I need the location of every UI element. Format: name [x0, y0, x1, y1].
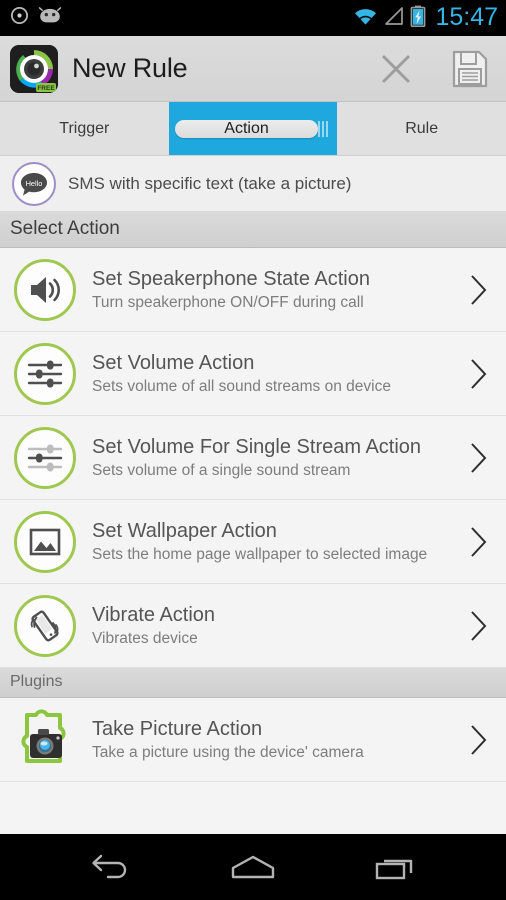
cell-signal-icon	[383, 6, 405, 31]
list-item-subtitle: Take a picture using the device' camera	[92, 744, 364, 762]
list-item-take-picture-action[interactable]: Take Picture Action Take a picture using…	[0, 698, 506, 782]
save-button[interactable]	[448, 47, 492, 91]
status-clock: 15:47	[435, 2, 498, 31]
chevron-right-icon[interactable]	[462, 525, 496, 559]
speaker-icon	[14, 258, 76, 321]
tab-trigger-label: Trigger	[59, 119, 110, 137]
section-header-select-action: Select Action	[0, 212, 506, 248]
action-list: Select Action Set Speakerphone State Act…	[0, 212, 506, 834]
chevron-right-icon[interactable]	[462, 609, 496, 643]
page-title: New Rule	[72, 53, 188, 83]
list-item-subtitle: Turn speakerphone ON/OFF during call	[92, 294, 364, 312]
list-item-subtitle: Sets volume of all sound streams on devi…	[92, 378, 391, 396]
recents-icon	[375, 859, 413, 880]
list-item-set-volume-action[interactable]: Set Volume Action Sets volume of all sou…	[0, 332, 506, 416]
nav-home-button[interactable]	[217, 842, 289, 892]
back-icon	[92, 854, 127, 879]
list-item-subtitle: Sets the home page wallpaper to selected…	[92, 546, 428, 564]
nav-recents-button[interactable]	[359, 842, 431, 892]
list-item-set-wallpaper-action[interactable]: Set Wallpaper Action Sets the home page …	[0, 500, 506, 584]
list-item-title: Vibrate Action	[92, 603, 216, 626]
status-bar-right-icons: 15:47	[353, 2, 498, 32]
tab-trigger[interactable]: Trigger	[0, 102, 169, 155]
tab-action-label: Action	[224, 119, 269, 137]
rule-summary-text: SMS with specific text (take a picture)	[68, 173, 352, 193]
chevron-right-icon[interactable]	[462, 723, 496, 757]
save-icon	[452, 50, 488, 87]
equalizer-icon	[14, 342, 76, 405]
home-icon	[231, 855, 275, 879]
sms-hello-icon: Hello	[12, 161, 56, 206]
list-item-text: Set Volume Action Sets volume of all sou…	[92, 351, 462, 397]
circle-dot-icon	[10, 6, 29, 30]
list-item-subtitle: Vibrates device	[92, 630, 198, 648]
tab-bar: Trigger Action Rule	[0, 102, 506, 156]
list-item-text: Vibrate Action Vibrates device	[92, 603, 462, 649]
close-icon	[382, 55, 410, 82]
chevron-right-icon[interactable]	[462, 441, 496, 475]
section-header-plugins: Plugins	[0, 668, 506, 698]
list-item-title: Set Volume For Single Stream Action	[92, 435, 422, 458]
tab-action-pill: Action	[174, 119, 319, 138]
list-item-title: Set Volume Action	[92, 351, 255, 374]
list-item-subtitle: Sets volume of a single sound stream	[92, 462, 351, 480]
android-bean-icon	[38, 7, 62, 29]
list-item-title: Set Wallpaper Action	[92, 519, 277, 542]
list-item-text: Set Speakerphone State Action Turn speak…	[92, 267, 462, 313]
action-bar-buttons	[374, 47, 492, 91]
list-item-set-speakerphone-state-action[interactable]: Set Speakerphone State Action Turn speak…	[0, 248, 506, 332]
list-item-set-volume-for-single-stream-action[interactable]: Set Volume For Single Stream Action Sets…	[0, 416, 506, 500]
sms-icon-text: Hello	[26, 178, 43, 187]
list-item-title: Set Speakerphone State Action	[92, 267, 370, 290]
nav-back-button[interactable]	[75, 842, 147, 892]
battery-charging-icon	[410, 5, 426, 32]
free-badge-text: FREE	[37, 85, 55, 92]
status-bar: 15:47	[0, 0, 506, 36]
vibrate-phone-icon	[14, 594, 76, 657]
cancel-button[interactable]	[374, 47, 418, 91]
list-item-text: Set Wallpaper Action Sets the home page …	[92, 519, 462, 565]
wifi-icon	[353, 6, 378, 31]
list-item-text: Take Picture Action Take a picture using…	[92, 717, 462, 763]
list-item-vibrate-action[interactable]: Vibrate Action Vibrates device	[0, 584, 506, 668]
rule-summary-row[interactable]: Hello SMS with specific text (take a pic…	[0, 156, 506, 212]
tab-rule-label: Rule	[405, 119, 439, 137]
camera-app-icon: FREE	[10, 44, 58, 93]
list-item-text: Set Volume For Single Stream Action Sets…	[92, 435, 462, 481]
tab-drag-handle-icon[interactable]	[318, 120, 329, 137]
chevron-right-icon[interactable]	[462, 273, 496, 307]
image-frame-icon	[14, 510, 76, 573]
equalizer-single-icon	[14, 426, 76, 489]
chevron-right-icon[interactable]	[462, 357, 496, 391]
navigation-bar	[0, 834, 506, 900]
list-item-title: Take Picture Action	[92, 717, 263, 740]
action-bar: FREE New Rule	[0, 36, 506, 102]
tab-action[interactable]: Action	[168, 102, 338, 155]
tab-rule[interactable]: Rule	[337, 102, 506, 155]
camera-plugin-icon	[14, 708, 76, 771]
status-bar-left-icons	[10, 6, 62, 30]
phone-screen: 15:47 FREE New Rule Trigger Action Rule …	[0, 0, 506, 900]
